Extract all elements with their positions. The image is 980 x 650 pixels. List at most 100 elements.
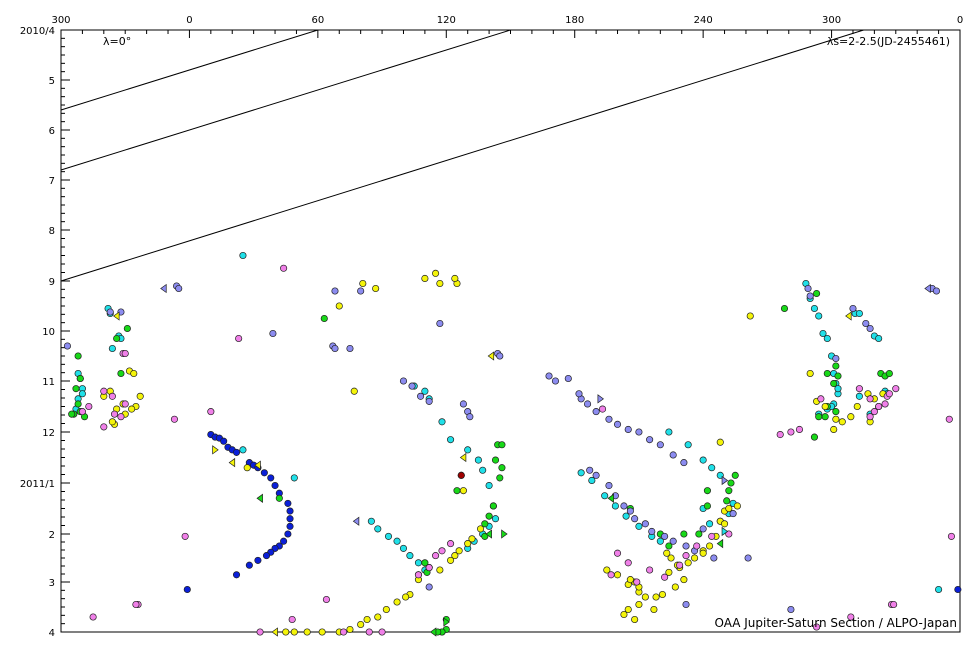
data-point-pink: [100, 423, 108, 431]
data-point-pink: [322, 595, 330, 604]
data-point-violet: [63, 342, 71, 350]
data-point-green: [498, 464, 506, 472]
data-point-pink: [425, 564, 433, 572]
data-point-violet: [399, 377, 408, 385]
data-point-pink: [100, 387, 108, 395]
data-point-pink: [947, 532, 955, 540]
data-point-yellow: [626, 576, 634, 584]
x-tick-label: 0: [957, 15, 963, 26]
data-point-yellow: [680, 576, 688, 584]
data-point-darkblue: [220, 437, 228, 445]
data-point-cyan: [708, 464, 716, 472]
data-point-yellow: [318, 628, 326, 636]
y-tick-label: 4: [49, 628, 55, 639]
data-point-green: [832, 362, 840, 370]
data-point-pink: [646, 566, 654, 574]
data-point-pink: [682, 552, 690, 560]
data-point-violet: [586, 466, 594, 474]
data-point-pink: [121, 400, 129, 408]
data-point-yellow: [363, 615, 371, 624]
data-point-cyan: [108, 344, 116, 353]
triangle-marker-violet: [352, 516, 360, 526]
data-point-violet: [545, 372, 553, 380]
data-point-green: [496, 474, 504, 482]
data-point-violet: [787, 605, 795, 614]
data-point-pink: [378, 628, 386, 636]
data-point-yellow: [136, 392, 144, 400]
data-point-violet: [866, 324, 874, 333]
data-point-yellow: [282, 628, 290, 636]
data-point-darkblue: [245, 561, 253, 569]
data-point-violet: [269, 329, 277, 338]
y-tick-label: 5: [49, 76, 55, 87]
x-tick-label: 60: [311, 15, 324, 26]
data-point-green: [74, 400, 82, 408]
data-point-pink: [795, 425, 804, 434]
data-point-pink: [170, 415, 178, 423]
data-point-pink: [890, 600, 898, 609]
data-point-violet: [620, 502, 628, 510]
data-point-violet: [551, 377, 560, 385]
data-point-violet: [584, 400, 592, 408]
data-point-yellow: [346, 625, 354, 634]
x-tick-label: 0: [186, 15, 192, 26]
data-point-yellow: [847, 413, 855, 421]
data-point-violet: [564, 374, 572, 383]
data-point-cyan: [485, 481, 493, 490]
x-tick-label: 300: [51, 15, 70, 26]
triangle-marker-yellow: [459, 452, 467, 463]
y-tick-label: 2010/4: [20, 26, 55, 37]
data-point-violet: [175, 284, 183, 293]
data-point-darkblue: [267, 474, 275, 482]
data-point-cyan: [406, 552, 414, 560]
data-point-pink: [624, 559, 632, 567]
data-point-pink: [892, 385, 900, 393]
data-point-violet: [346, 344, 354, 353]
data-point-darkblue: [254, 556, 262, 564]
data-point-pink: [787, 428, 795, 436]
data-point-pink: [776, 430, 784, 439]
data-point-yellow: [684, 559, 692, 567]
y-tick-label: 2011/1: [20, 479, 55, 490]
data-point-cyan: [239, 446, 247, 454]
data-point-cyan: [635, 522, 643, 530]
data-point-pink: [117, 413, 125, 421]
data-point-violet: [425, 397, 433, 405]
data-point-cyan: [290, 474, 298, 482]
y-tick-label: 3: [49, 578, 55, 589]
data-point-pink: [108, 392, 116, 400]
triangle-marker-yellow: [212, 445, 219, 455]
data-point-pink: [432, 552, 440, 560]
data-point-yellow: [716, 438, 724, 446]
data-point-green: [76, 374, 84, 383]
data-point-pink: [121, 349, 129, 358]
data-point-cyan: [810, 304, 818, 313]
data-point-yellow: [382, 605, 390, 614]
data-point-green: [885, 369, 893, 378]
data-point-pink: [280, 264, 288, 272]
drift-line: [60, 29, 511, 171]
data-point-green: [72, 385, 80, 393]
data-point-cyan: [601, 492, 609, 500]
data-point-pink: [598, 405, 607, 413]
data-point-cyan: [611, 502, 619, 510]
data-point-violet: [605, 481, 613, 490]
data-point-green: [731, 471, 739, 479]
data-point-cyan: [438, 418, 446, 426]
triangle-marker-yellow: [487, 351, 495, 361]
data-point-violet: [669, 451, 677, 459]
data-point-yellow: [374, 613, 382, 621]
data-point-green: [780, 304, 789, 313]
drift-line: [60, 29, 864, 282]
y-tick-label: 2: [49, 530, 55, 541]
data-point-yellow: [613, 571, 622, 579]
data-point-yellow: [832, 415, 840, 423]
data-point-cyan: [706, 520, 714, 528]
data-point-yellow: [476, 525, 485, 533]
data-point-violet: [648, 527, 656, 536]
data-point-yellow: [303, 628, 311, 636]
credit-text: OAA Jupiter-Saturn Section / ALPO-Japan: [714, 616, 957, 630]
data-point-violet: [331, 287, 339, 295]
triangle-marker-green: [501, 529, 508, 539]
data-point-yellow: [335, 302, 343, 310]
